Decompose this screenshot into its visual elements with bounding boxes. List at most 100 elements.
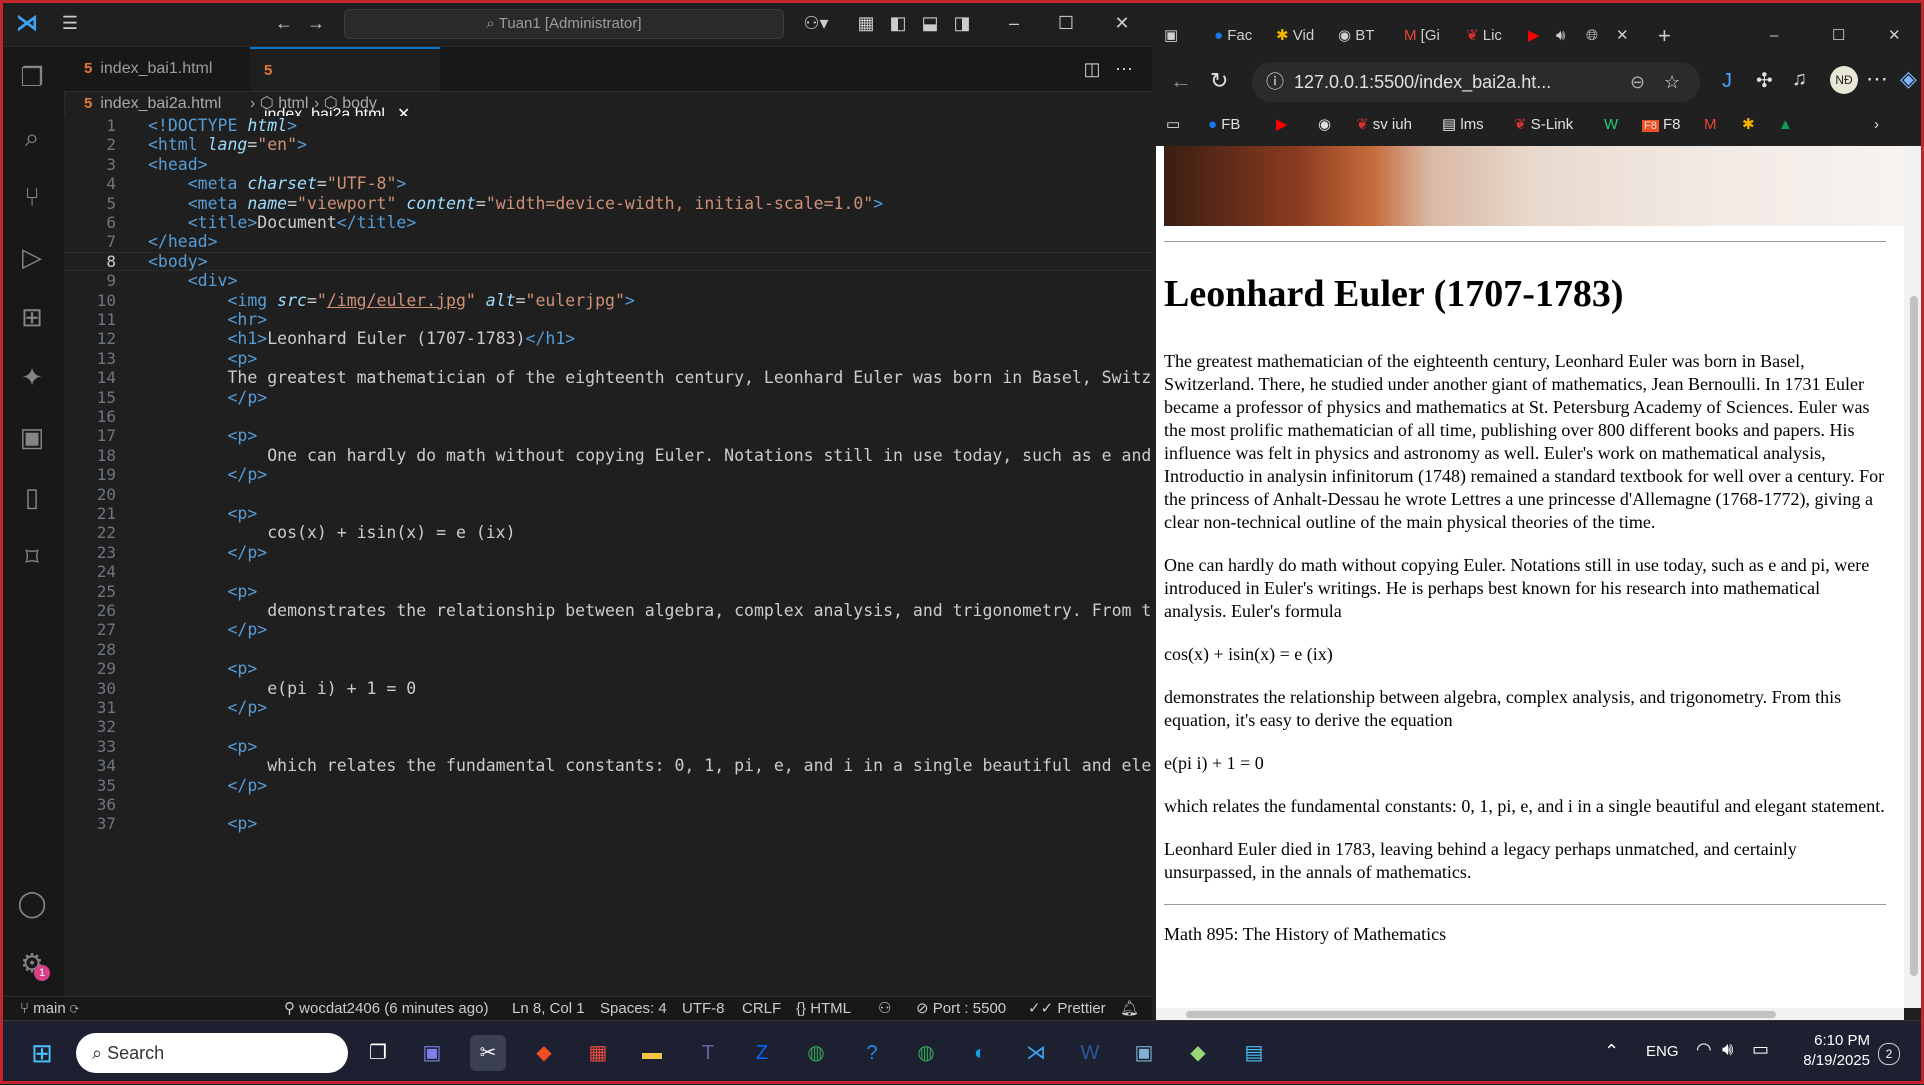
encoding[interactable]: UTF-8 [682,997,725,1021]
extensions-icon[interactable]: ⊞ [0,287,64,347]
favorite-star-icon[interactable]: ☆ [1664,62,1680,102]
app-diamond-icon[interactable]: ◆ [526,1035,562,1071]
zalo-icon[interactable]: Z [744,1035,780,1071]
notification-count-badge[interactable]: 2 [1878,1043,1900,1065]
extensions-puzzle-icon[interactable]: ✣ [1756,68,1773,93]
audio-playing-icon[interactable]: 🔊︎ [1556,22,1565,50]
back-arrow-icon[interactable]: ← [270,0,298,46]
app-window-icon[interactable]: ▣ [1126,1035,1162,1071]
browser-tab-github[interactable]: ◉ BT [1338,22,1374,50]
reader-options-icon[interactable]: ⊖ [1630,62,1645,102]
layout-customize-icon[interactable]: ▦ [852,0,880,46]
site-info-icon[interactable]: ⓘ [1266,62,1284,102]
remote-explorer-icon[interactable]: ▣ [0,407,64,467]
prettier-status[interactable]: ✓✓ Prettier [1028,997,1106,1021]
breadcrumb-item-file[interactable]: 5 index_bai2a.html [84,92,221,116]
indentation[interactable]: Spaces: 4 [600,997,667,1021]
back-icon[interactable]: ← [1170,68,1192,94]
fav-w-icon[interactable]: W [1604,108,1618,142]
fav-github-icon[interactable]: ◉ [1318,108,1331,142]
end-of-line[interactable]: CRLF [742,997,781,1021]
battery-icon[interactable]: ▭ [1752,1039,1769,1060]
browser-tab-facebook[interactable]: ● Fac [1214,22,1252,50]
split-editor-icon[interactable]: ◫ [1078,47,1106,91]
copilot-icon[interactable]: ⚇▾ [796,0,836,46]
close-window-icon[interactable]: ✕ [1104,0,1140,46]
teams-icon[interactable]: T [690,1035,726,1071]
run-debug-icon[interactable]: ▷ [0,227,64,287]
browser-tab-gmail[interactable]: M [Gi [1404,22,1440,50]
manage-gear-icon[interactable]: ⚙ [0,933,64,993]
address-bar[interactable]: ⓘ 127.0.0.1:5500/index_bai2a.ht... ⊖ ☆ [1252,62,1700,102]
page-vertical-scrollbar[interactable] [1904,146,1924,1008]
minimize-icon[interactable]: – [996,0,1032,46]
minimize-icon[interactable]: – [1770,22,1778,50]
fav-lms[interactable]: ▤ lms [1442,108,1484,142]
browser-tab-video[interactable]: ✱ Vid [1276,22,1314,50]
taskbar-search[interactable]: ⌕ Search [76,1033,348,1073]
extension-j-icon[interactable]: J [1722,70,1732,93]
wifi-icon[interactable]: ◠ [1696,1039,1712,1060]
reload-icon[interactable]: ↻ [1210,68,1228,94]
copilot-icon[interactable]: ◈ [1900,66,1917,92]
fav-photos-icon[interactable]: ✱ [1742,108,1755,142]
testing-icon[interactable]: ▯ [0,467,64,527]
profile-avatar[interactable]: NĐ [1830,66,1858,94]
search-view-icon[interactable]: ⌕ [0,107,64,167]
favorites-menu-icon[interactable]: ▭ [1166,108,1180,142]
toggle-panel-icon[interactable]: ⬓ [916,0,944,46]
fav-gmail-icon[interactable]: M [1704,108,1717,142]
file-explorer-icon[interactable]: ▬ [634,1035,670,1071]
fav-youtube-icon[interactable]: ▶ [1276,108,1288,142]
copilot-status-icon[interactable]: ⚇ [878,997,891,1021]
scrollbar-thumb[interactable] [1910,296,1918,976]
vscode-taskbar-icon[interactable]: ⋊ [1018,1035,1054,1071]
tray-overflow-chevron-icon[interactable]: ⌃ [1604,1041,1619,1062]
code-editor[interactable]: 1 <!DOCTYPE html> 2 <html lang="en"> 3 <head>… [64,116,1152,996]
tab-actions-icon[interactable]: ▣ [1164,22,1178,50]
cursor-position[interactable]: Ln 8, Col 1 [512,997,585,1021]
help-icon[interactable]: ? [854,1035,890,1071]
menu-icon[interactable]: ☰ [54,0,86,46]
forward-arrow-icon[interactable]: → [302,0,330,46]
chrome-icon[interactable]: ◍ [798,1035,834,1071]
chrome-profile-icon[interactable]: ◍ [908,1035,944,1071]
new-tab-icon[interactable]: + [1658,22,1671,50]
meet-icon[interactable]: ▣ [414,1035,450,1071]
fav-fb[interactable]: ● FB [1208,108,1240,142]
language-mode[interactable]: {} HTML [796,997,851,1021]
branch-indicator[interactable]: ⑂ main ⟳ [20,997,79,1021]
snipping-tool-icon[interactable]: ✂ [470,1035,506,1071]
notifications-bell-icon[interactable]: 🔔︎ [1120,997,1139,1021]
tab-index-bai2a[interactable]: 5index_bai2a.html ✕ [250,47,440,123]
breadcrumb-item-body[interactable]: › ⬡ body [314,92,377,116]
fav-sv-iuh[interactable]: ❦ sv iuh [1356,108,1412,142]
live-server-port[interactable]: ⊘ Port : 5500 [916,997,1006,1021]
browser-tab-lic[interactable]: ❦ Lic [1466,22,1502,50]
more-actions-icon[interactable]: ⋯ [1110,47,1138,91]
page-horizontal-scrollbar[interactable] [1156,1008,1904,1020]
breadcrumb-item-html[interactable]: › ⬡ html [250,92,308,116]
youtube-tab-icon[interactable]: ▶ [1528,22,1540,50]
toggle-sidebar-icon[interactable]: ◧ [884,0,912,46]
fav-drive-icon[interactable]: ▲ [1778,108,1793,142]
settings-more-icon[interactable]: ⋯ [1866,66,1888,92]
maximize-icon[interactable]: ☐ [1832,22,1845,50]
clock[interactable]: 6:10 PM 8/19/2025 [1790,1031,1870,1071]
python-icon[interactable]: ✦ [0,347,64,407]
toggle-secondary-sidebar-icon[interactable]: ◨ [948,0,976,46]
maximize-icon[interactable]: ☐ [1048,0,1084,46]
media-control-icon[interactable]: ♫ [1792,68,1807,91]
favorites-overflow-chevron-icon[interactable]: › [1874,108,1879,142]
command-center[interactable]: ⌕ Tuan1 [Administrator] [344,9,784,39]
accounts-icon[interactable]: ◯ [0,873,64,933]
task-view-icon[interactable]: ❐ [360,1035,396,1071]
word-icon[interactable]: W [1072,1035,1108,1071]
language-indicator[interactable]: ENG [1646,1043,1679,1060]
volume-icon[interactable]: 🔊︎ [1722,1039,1733,1060]
bookmarks-icon[interactable]: ⌑ [0,527,64,587]
close-window-icon[interactable]: ✕ [1888,22,1901,50]
start-windows-icon[interactable]: ⊞ [24,1035,60,1071]
fav-s-link[interactable]: ❦ S-Link [1514,108,1573,142]
app-grid-icon[interactable]: ▦ [580,1035,616,1071]
